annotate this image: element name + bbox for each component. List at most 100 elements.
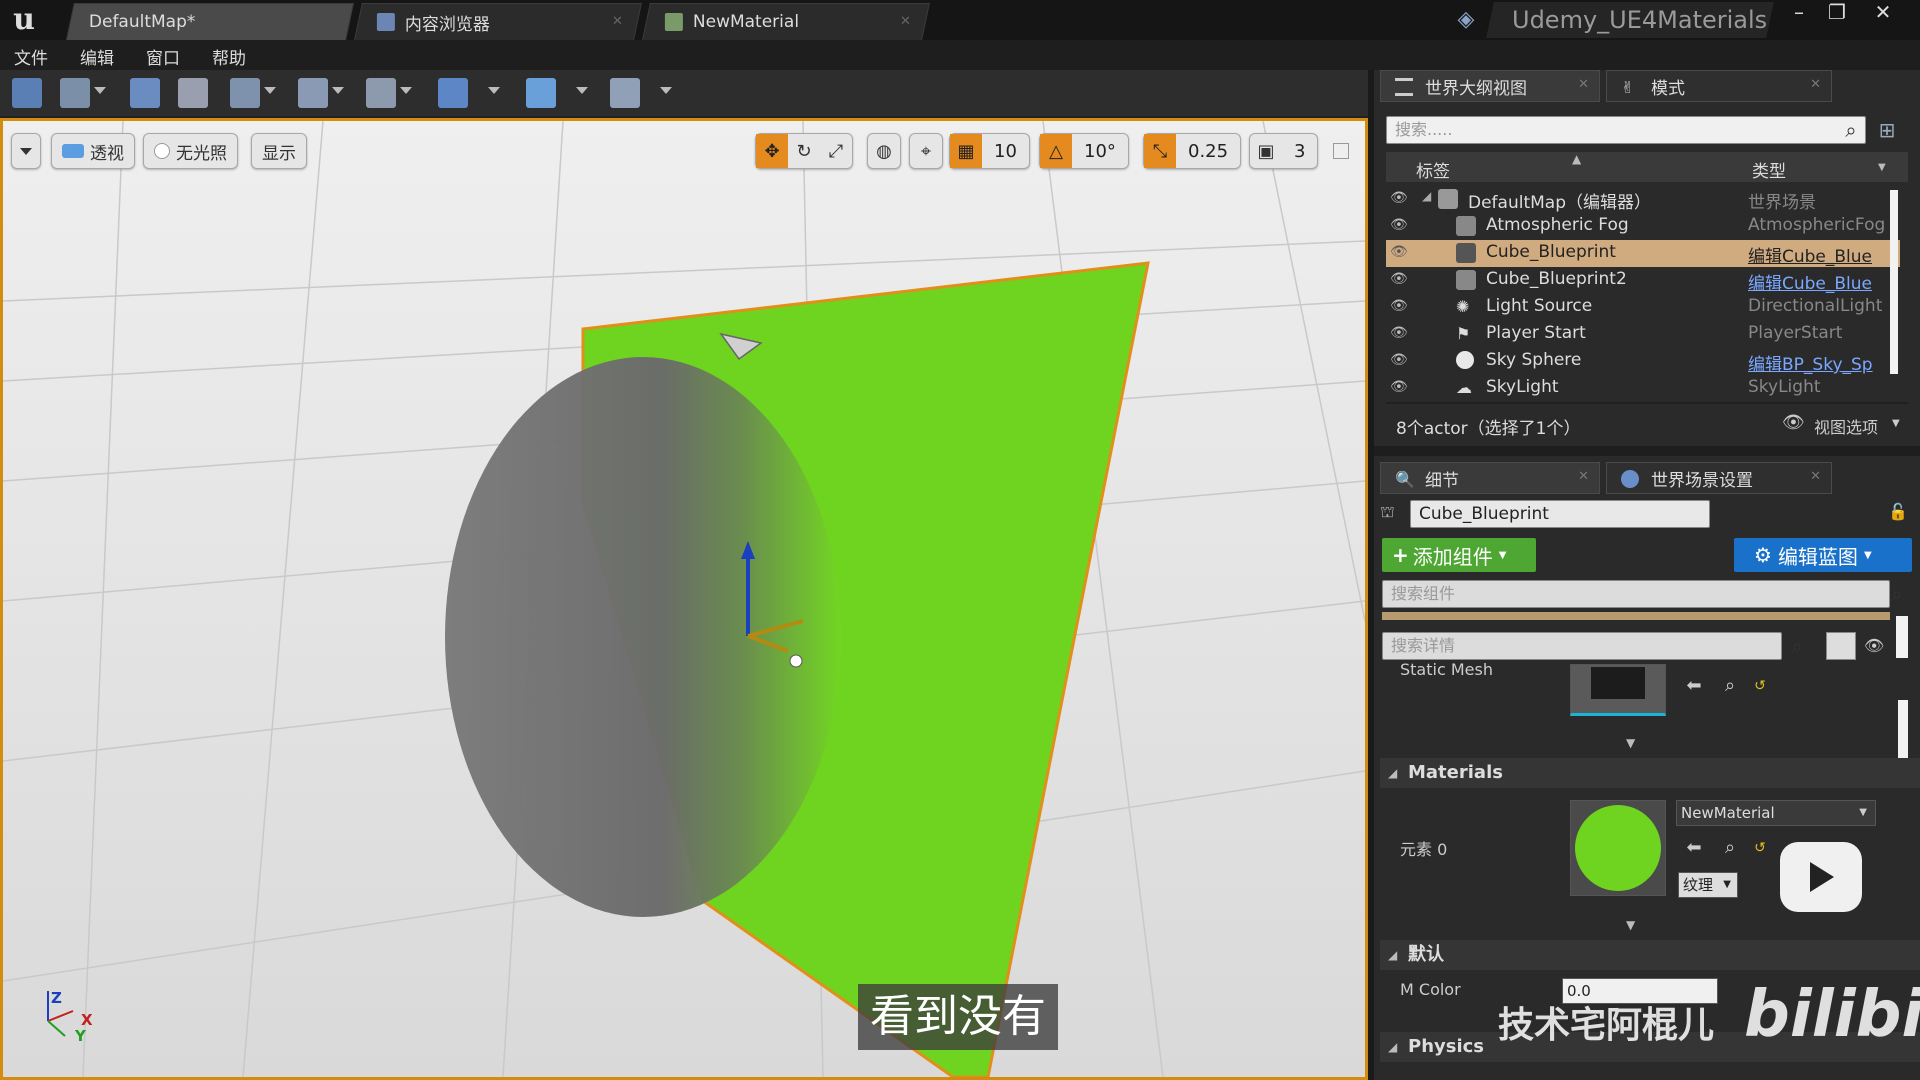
chevron-down-icon[interactable]: ▼ [1892, 418, 1900, 429]
chevron-down-icon[interactable] [488, 87, 500, 94]
column-type-header[interactable]: 类型 [1752, 157, 1786, 182]
chevron-down-icon[interactable] [660, 87, 672, 94]
tab-content-browser[interactable]: 内容浏览器 ✕ [354, 3, 642, 40]
settings-icon[interactable] [230, 78, 260, 108]
translate-icon[interactable]: ✥ [756, 134, 788, 168]
rotate-icon[interactable]: ↻ [788, 134, 820, 168]
eye-icon[interactable]: 👁 [1390, 190, 1412, 206]
source-control-icon[interactable] [60, 78, 90, 108]
actor-name-field[interactable]: Cube_Blueprint [1410, 500, 1710, 528]
menu-edit[interactable]: 编辑 [80, 44, 114, 69]
perspective-button[interactable]: 透视 [51, 133, 135, 169]
outliner-row[interactable]: 👁 ☁ SkyLight SkyLight [1386, 375, 1900, 402]
use-selected-arrow-icon[interactable]: ⬅ [1684, 838, 1704, 858]
lighting-mode-button[interactable]: 无光照 [143, 133, 238, 169]
use-selected-arrow-icon[interactable]: ⬅ [1684, 676, 1704, 696]
chevron-down-icon[interactable] [576, 87, 588, 94]
row-type-link[interactable]: 编辑BP_Sky_Sp [1748, 350, 1898, 375]
build-icon[interactable] [438, 78, 468, 108]
browse-icon[interactable]: ⌕ [1720, 838, 1740, 858]
reset-arrow-icon[interactable]: ↺ [1750, 676, 1770, 696]
browse-icon[interactable]: ⌕ [1720, 676, 1740, 696]
reset-arrow-icon[interactable]: ↺ [1750, 838, 1770, 858]
outliner-row[interactable]: 👁 ⚑ Player Start PlayerStart [1386, 321, 1900, 348]
outliner-row-selected[interactable]: 👁 Cube_Blueprint 编辑Cube_Blue [1386, 240, 1900, 267]
property-matrix-icon[interactable] [1826, 632, 1856, 660]
menu-file[interactable]: 文件 [14, 44, 48, 69]
minimize-icon[interactable]: – [1780, 0, 1818, 28]
search-components-input[interactable]: 搜索组件 [1382, 580, 1890, 608]
menu-window[interactable]: 窗口 [146, 44, 180, 69]
materials-section-header[interactable]: ◢ Materials [1380, 758, 1920, 788]
close-icon[interactable]: ✕ [1578, 77, 1589, 92]
tab-world-settings[interactable]: 世界场景设置 ✕ [1606, 462, 1832, 494]
content-icon[interactable] [130, 78, 160, 108]
save-icon[interactable] [12, 78, 42, 108]
outliner-scrollbar[interactable] [1890, 190, 1898, 374]
restore-icon[interactable]: ❐ [1818, 0, 1856, 28]
grid-snap-value[interactable]: 10 [982, 141, 1029, 162]
column-label-header[interactable]: 标签 [1416, 157, 1450, 182]
eye-icon[interactable]: 👁 [1864, 636, 1888, 656]
lock-icon[interactable]: 🔓 [1888, 502, 1908, 522]
viewport-options-button[interactable] [11, 133, 41, 169]
chevron-down-icon[interactable] [264, 87, 276, 94]
marketplace-icon[interactable] [178, 78, 208, 108]
chevron-down-icon[interactable] [94, 87, 106, 94]
maximize-viewport-icon[interactable] [1333, 143, 1349, 159]
material-thumbnail[interactable] [1570, 800, 1666, 896]
launch-icon[interactable] [610, 78, 640, 108]
outliner-row[interactable]: 👁 ◢ DefaultMap（编辑器） 世界场景 [1386, 186, 1900, 213]
grid-snap-icon[interactable]: ▦ [950, 134, 982, 168]
level-viewport[interactable]: 透视 无光照 显示 ✥ ↻ ⤢ ◍ ⌖ ▦ 10 △ 10° ⤡ 0.25 ▣ … [0, 118, 1368, 1080]
rotation-snap-value[interactable]: 10° [1072, 141, 1128, 162]
cinematics-icon[interactable] [366, 78, 396, 108]
add-component-button[interactable]: + 添加组件 ▼ [1382, 538, 1536, 572]
view-options-button[interactable]: 视图选项 [1814, 414, 1878, 438]
outliner-search-input[interactable]: 搜索..... [1386, 116, 1866, 144]
row-type-link[interactable]: 编辑Cube_Blue [1748, 242, 1898, 267]
row-type-link[interactable]: 编辑Cube_Blue [1748, 269, 1898, 294]
close-icon[interactable]: ✕ [1810, 469, 1821, 484]
close-icon[interactable]: ✕ [900, 14, 911, 29]
close-icon[interactable]: ✕ [612, 14, 623, 29]
coordinate-system-button[interactable]: ◍ [867, 133, 901, 169]
outliner-row[interactable]: 👁 Atmospheric Fog AtmosphericFog [1386, 213, 1900, 240]
eye-icon[interactable]: 👁 [1390, 379, 1412, 395]
eye-icon[interactable]: 👁 [1390, 271, 1412, 287]
play-icon[interactable] [526, 78, 556, 108]
eye-icon[interactable]: 👁 [1390, 352, 1412, 368]
material-dropdown[interactable]: NewMaterial ▼ [1676, 800, 1876, 826]
close-icon[interactable]: ✕ [1810, 77, 1821, 92]
camera-speed-icon[interactable]: ▣ [1250, 134, 1282, 168]
camera-speed-value[interactable]: 3 [1282, 141, 1317, 162]
surface-snapping-button[interactable]: ⌖ [909, 133, 943, 169]
show-button[interactable]: 显示 [251, 133, 307, 169]
search-details-input[interactable]: 搜索详情 [1382, 632, 1782, 660]
tab-details[interactable]: 🔍 细节 ✕ [1380, 462, 1600, 494]
menu-help[interactable]: 帮助 [212, 44, 246, 69]
expand-chevron-icon[interactable]: ▼ [1626, 918, 1635, 932]
outliner-row[interactable]: 👁 ✺ Light Source DirectionalLight [1386, 294, 1900, 321]
outliner-row[interactable]: 👁 Sky Sphere 编辑BP_Sky_Sp [1386, 348, 1900, 375]
default-section-header[interactable]: ◢ 默认 [1380, 940, 1920, 970]
scale-snap-value[interactable]: 0.25 [1176, 141, 1240, 162]
edit-blueprint-button[interactable]: ⚙ 编辑蓝图 ▼ [1734, 538, 1912, 572]
details-scrollbar-top[interactable] [1896, 616, 1908, 658]
outliner-row[interactable]: 👁 Cube_Blueprint2 编辑Cube_Blue [1386, 267, 1900, 294]
close-window-icon[interactable]: ✕ [1864, 0, 1902, 28]
tab-defaultmap[interactable]: DefaultMap* [66, 3, 354, 40]
blueprints-icon[interactable] [298, 78, 328, 108]
chevron-down-icon[interactable] [332, 87, 344, 94]
eye-icon[interactable]: 👁 [1390, 244, 1412, 260]
chevron-down-icon[interactable] [400, 87, 412, 94]
scale-icon[interactable]: ⤢ [820, 134, 852, 168]
expand-chevron-icon[interactable]: ▼ [1626, 736, 1635, 750]
sphere-mesh[interactable] [445, 357, 841, 917]
eye-icon[interactable]: 👁 [1390, 217, 1412, 233]
panel-splitter[interactable] [1374, 446, 1920, 456]
tab-modes[interactable]: ✌ 模式 ✕ [1606, 70, 1832, 102]
rotation-snap-icon[interactable]: △ [1040, 134, 1072, 168]
static-mesh-thumbnail[interactable] [1570, 664, 1666, 716]
eye-icon[interactable]: 👁 [1390, 298, 1412, 314]
